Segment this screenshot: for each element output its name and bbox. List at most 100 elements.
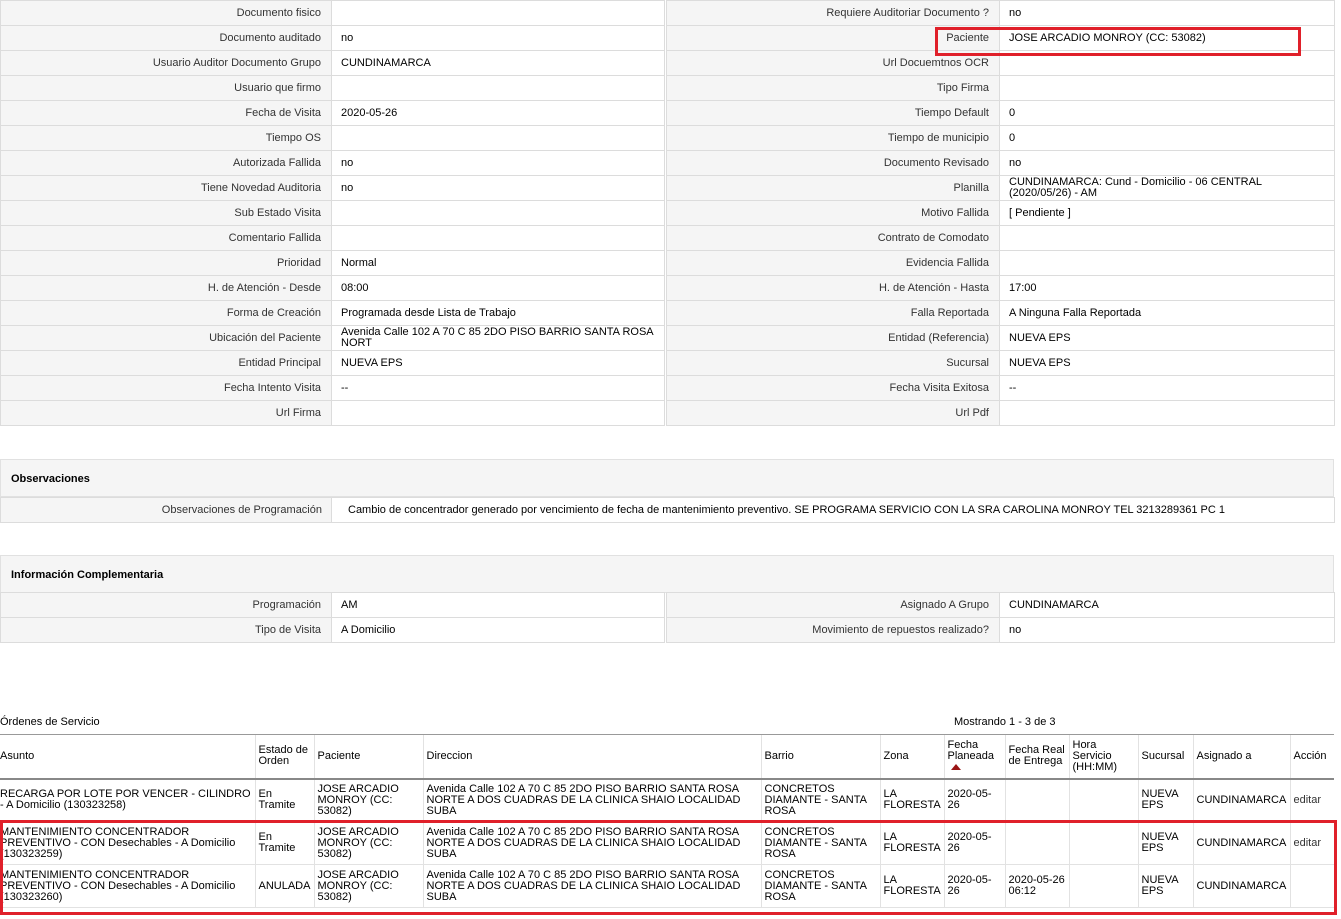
order-cell-direccion: Avenida Calle 102 A 70 C 85 2DO PISO BAR… xyxy=(422,864,761,908)
detail-label: Documento auditado xyxy=(0,25,332,51)
order-cell-direccion: Avenida Calle 102 A 70 C 85 2DO PISO BAR… xyxy=(422,821,761,865)
column-header-label: Fecha Planeada xyxy=(947,738,995,762)
detail-value xyxy=(999,75,1335,101)
detail-label: Fecha Visita Exitosa xyxy=(666,375,1000,401)
detail-label: Evidencia Fallida xyxy=(666,250,1000,276)
observaciones-label: Observaciones de Programación xyxy=(0,497,332,523)
orders-table: Asunto Estado de Orden Paciente Direccion Ba… xyxy=(0,734,1334,908)
edit-order-link[interactable]: editar xyxy=(1294,837,1322,849)
detail-label: Sucursal xyxy=(666,350,1000,376)
detail-label: Autorizada Fallida xyxy=(0,150,332,176)
orders-column-header[interactable]: Estado de Orden xyxy=(254,734,314,780)
detail-label: Tiempo de municipio xyxy=(666,125,1000,151)
detail-row: Usuario que firmo Tipo Firma xyxy=(0,75,1335,101)
detail-label: Fecha de Visita xyxy=(0,100,332,126)
detail-value: Normal xyxy=(331,250,665,276)
detail-value: NUEVA EPS xyxy=(999,325,1335,351)
detail-label: Documento fisico xyxy=(0,0,332,26)
detail-value: CUNDINAMARCA xyxy=(331,50,665,76)
detail-value: JOSE ARCADIO MONROY (CC: 53082) xyxy=(999,25,1335,51)
detail-label: Motivo Fallida xyxy=(666,200,1000,226)
detail-row: Prioridad Normal Evidencia Fallida xyxy=(0,250,1335,276)
detail-value xyxy=(331,400,665,426)
order-cell-sucursal: NUEVA EPS xyxy=(1137,821,1193,865)
detail-label: H. de Atención - Desde xyxy=(0,275,332,301)
orders-column-header[interactable]: Fecha Real de Entrega xyxy=(1004,734,1069,780)
detail-value: NUEVA EPS xyxy=(999,350,1335,376)
order-cell-accion: editar xyxy=(1289,778,1334,822)
order-cell-barrio: CONCRETOS DIAMANTE - SANTA ROSA xyxy=(760,864,880,908)
detail-label: Comentario Fallida xyxy=(0,225,332,251)
order-cell-sucursal: NUEVA EPS xyxy=(1137,864,1193,908)
detail-label: Url Firma xyxy=(0,400,332,426)
order-cell-hora xyxy=(1068,864,1138,908)
column-header-label: Asunto xyxy=(0,749,35,762)
complementaria-label: Tipo de Visita xyxy=(0,617,332,643)
orders-column-header[interactable]: Paciente xyxy=(313,734,423,780)
observaciones-value: Cambio de concentrador generado por venc… xyxy=(331,497,1335,523)
detail-label: Sub Estado Visita xyxy=(0,200,332,226)
detail-row: Fecha de Visita 2020-05-26 Tiempo Default 0 xyxy=(0,100,1335,126)
orders-column-header[interactable]: Zona xyxy=(879,734,944,780)
detail-value xyxy=(331,125,665,151)
detail-value: no xyxy=(331,25,665,51)
order-cell-fecha-real xyxy=(1004,778,1069,822)
order-cell-asunto: MANTENIMIENTO CONCENTRADOR PREVENTIVO - … xyxy=(0,821,255,865)
order-cell-asignado: CUNDINAMARCA xyxy=(1192,821,1290,865)
sort-ascending-icon xyxy=(950,763,961,770)
order-cell-barrio: CONCRETOS DIAMANTE - SANTA ROSA xyxy=(760,778,880,822)
detail-row: Tiempo OS Tiempo de municipio 0 xyxy=(0,125,1335,151)
detail-label: Tiempo Default xyxy=(666,100,1000,126)
orders-column-header[interactable]: Asignado a xyxy=(1192,734,1290,780)
orders-title: Órdenes de Servicio xyxy=(0,716,100,728)
observaciones-table: Observaciones de Programación Cambio de … xyxy=(0,497,1335,523)
detail-value xyxy=(331,200,665,226)
order-cell-fecha-planeada: 2020-05-26 xyxy=(943,778,1005,822)
detail-label: Planilla xyxy=(666,175,1000,201)
detail-row: H. de Atención - Desde 08:00 H. de Atenció… xyxy=(0,275,1335,301)
complementaria-value: no xyxy=(999,617,1335,643)
detail-label: Tiene Novedad Auditoria xyxy=(0,175,332,201)
orders-column-header[interactable]: Acción xyxy=(1289,734,1334,780)
detail-value: Programada desde Lista de Trabajo xyxy=(331,300,665,326)
orders-column-header[interactable]: Sucursal xyxy=(1137,734,1193,780)
column-header-label: Paciente xyxy=(317,749,361,762)
detail-value xyxy=(331,225,665,251)
detail-label: Usuario Auditor Documento Grupo xyxy=(0,50,332,76)
orders-column-header[interactable]: Fecha Planeada xyxy=(943,734,1005,780)
detail-label: Paciente xyxy=(666,25,1000,51)
column-header-label: Acción xyxy=(1293,749,1327,762)
detail-label: Fecha Intento Visita xyxy=(0,375,332,401)
orders-column-header[interactable]: Direccion xyxy=(422,734,761,780)
edit-order-link[interactable]: editar xyxy=(1294,794,1322,806)
detail-value: 08:00 xyxy=(331,275,665,301)
orders-column-header[interactable]: Asunto xyxy=(0,734,255,780)
visit-detail-table: Documento fisico Requiere Auditoriar Docu… xyxy=(0,0,1335,426)
detail-label: Falla Reportada xyxy=(666,300,1000,326)
detail-row: Usuario Auditor Documento Grupo CUNDINAMA… xyxy=(0,50,1335,76)
detail-label: Tiempo OS xyxy=(0,125,332,151)
detail-value: 0 xyxy=(999,125,1335,151)
detail-value xyxy=(331,0,665,26)
detail-value: no xyxy=(999,150,1335,176)
detail-label: H. de Atención - Hasta xyxy=(666,275,1000,301)
detail-value xyxy=(999,400,1335,426)
detail-value: CUNDINAMARCA: Cund - Domicilio - 06 CENT… xyxy=(999,175,1335,201)
column-header-label: Estado de Orden xyxy=(258,744,309,768)
orders-column-header[interactable]: Hora Servicio (HH:MM) xyxy=(1068,734,1138,780)
complementaria-label: Programación xyxy=(0,592,332,618)
observaciones-header: Observaciones xyxy=(0,459,1334,497)
order-cell-zona: LA FLORESTA xyxy=(879,821,944,865)
detail-row: Autorizada Fallida no Documento Revisado no xyxy=(0,150,1335,176)
complementaria-label: Asignado A Grupo xyxy=(666,592,1000,618)
order-cell-estado: En Tramite xyxy=(254,821,314,865)
detail-value: no xyxy=(999,0,1335,26)
order-cell-asignado: CUNDINAMARCA xyxy=(1192,864,1290,908)
table-row: MANTENIMIENTO CONCENTRADOR PREVENTIVO - … xyxy=(0,864,1334,908)
detail-value: 2020-05-26 xyxy=(331,100,665,126)
detail-label: Contrato de Comodato xyxy=(666,225,1000,251)
order-cell-hora xyxy=(1068,821,1138,865)
orders-column-header[interactable]: Barrio xyxy=(760,734,880,780)
column-header-label: Sucursal xyxy=(1141,749,1185,762)
detail-label: Entidad (Referencia) xyxy=(666,325,1000,351)
